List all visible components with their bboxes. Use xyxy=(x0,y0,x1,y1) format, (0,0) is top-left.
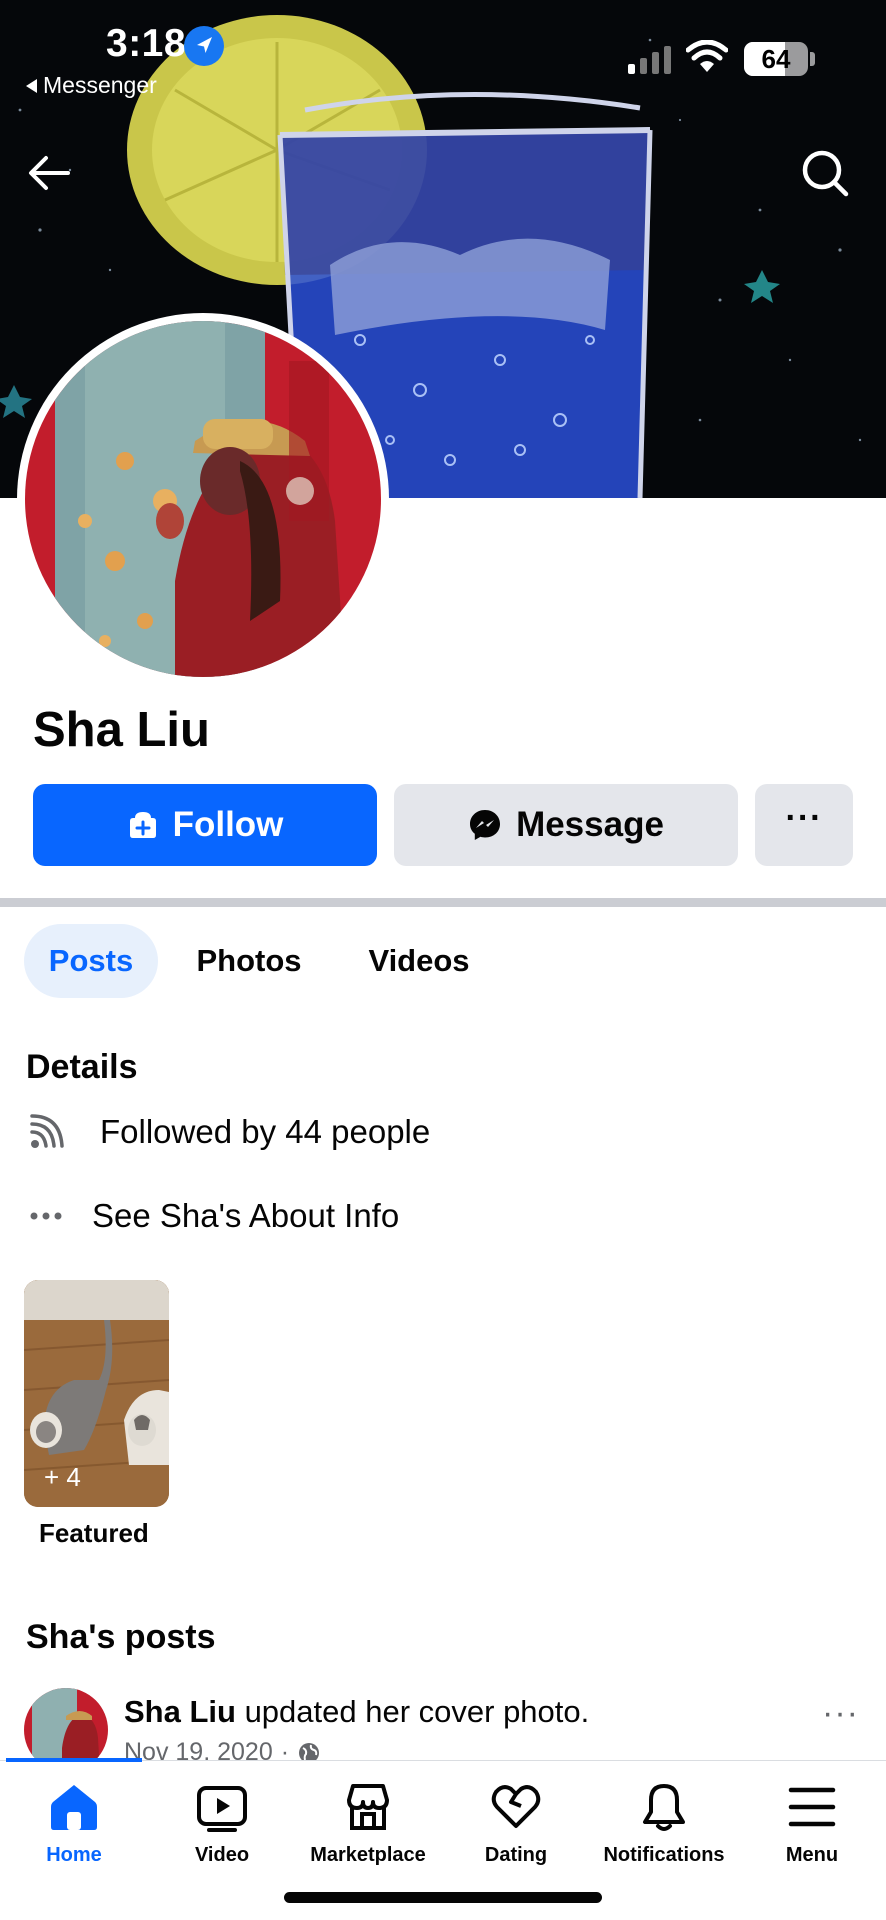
cellular-signal-icon xyxy=(628,46,671,74)
battery-icon: 64 xyxy=(744,42,808,76)
bell-icon xyxy=(643,1784,685,1831)
rss-followers-icon xyxy=(30,1114,64,1148)
nav-dating[interactable]: Dating xyxy=(442,1776,590,1886)
post-more-button[interactable]: ··· xyxy=(822,1694,859,1733)
wifi-icon xyxy=(686,40,728,72)
about-info-row[interactable]: See Sha's About Info xyxy=(26,1196,399,1236)
nav-dating-label: Dating xyxy=(484,1844,548,1866)
home-indicator[interactable] xyxy=(284,1892,602,1903)
featured-label: Featured xyxy=(39,1518,149,1548)
search-icon[interactable] xyxy=(800,148,850,198)
battery-cap xyxy=(810,52,815,66)
nav-home[interactable]: Home xyxy=(0,1776,148,1886)
nav-menu[interactable]: Menu xyxy=(738,1776,886,1886)
back-app-label: Messenger xyxy=(43,72,157,98)
followers-row[interactable]: Followed by 44 people xyxy=(26,1112,430,1152)
location-arrow-icon xyxy=(184,26,224,66)
nav-menu-label: Menu xyxy=(785,1844,839,1866)
back-triangle-icon xyxy=(26,78,37,93)
nav-notifications[interactable]: Notifications xyxy=(590,1776,738,1886)
more-dots-icon: ··· xyxy=(785,798,823,837)
back-arrow-icon[interactable] xyxy=(26,150,72,196)
nav-video-label: Video xyxy=(194,1844,250,1866)
status-time: 3:18 xyxy=(106,22,187,65)
back-to-messenger[interactable]: Messenger xyxy=(26,72,157,99)
dating-icon xyxy=(491,1785,541,1828)
profile-name: Sha Liu xyxy=(33,703,210,757)
posts-heading: Sha's posts xyxy=(26,1618,216,1656)
about-info-text: See Sha's About Info xyxy=(92,1197,400,1234)
marketplace-icon xyxy=(347,1784,389,1830)
video-icon xyxy=(197,1786,247,1832)
post-author-name[interactable]: Sha Liu xyxy=(124,1694,236,1729)
post-action-text: updated her cover photo. xyxy=(235,1694,590,1729)
menu-icon xyxy=(788,1787,836,1827)
nav-marketplace[interactable]: Marketplace xyxy=(294,1776,442,1886)
status-bar: 3:18 Messenger 64 xyxy=(0,0,886,100)
messenger-icon xyxy=(470,810,501,840)
message-button[interactable]: Message xyxy=(394,784,738,866)
nav-video[interactable]: Video xyxy=(148,1776,296,1886)
message-label: Message xyxy=(516,805,664,844)
scroll-progress-indicator xyxy=(6,1758,142,1762)
tab-photos[interactable]: Photos xyxy=(174,924,324,998)
details-heading: Details xyxy=(26,1048,138,1086)
featured-count: + 4 xyxy=(44,1462,81,1492)
follow-button[interactable]: Follow xyxy=(33,784,377,866)
profile-avatar[interactable] xyxy=(17,313,389,685)
nav-notifications-label: Notifications xyxy=(603,1844,725,1866)
post-headline: Sha Liu updated her cover photo. xyxy=(124,1694,589,1730)
section-divider xyxy=(0,898,886,907)
nav-marketplace-label: Marketplace xyxy=(310,1844,426,1866)
tab-videos[interactable]: Videos xyxy=(344,924,494,998)
followers-text: Followed by 44 people xyxy=(100,1113,431,1150)
ellipsis-icon xyxy=(30,1212,62,1220)
battery-percent: 64 xyxy=(761,44,791,74)
follow-icon xyxy=(129,812,156,838)
follow-label: Follow xyxy=(172,805,284,844)
home-icon xyxy=(51,1785,97,1830)
tab-posts[interactable]: Posts xyxy=(24,924,158,998)
more-options-button[interactable]: ··· xyxy=(755,784,853,866)
nav-home-label: Home xyxy=(46,1844,102,1866)
